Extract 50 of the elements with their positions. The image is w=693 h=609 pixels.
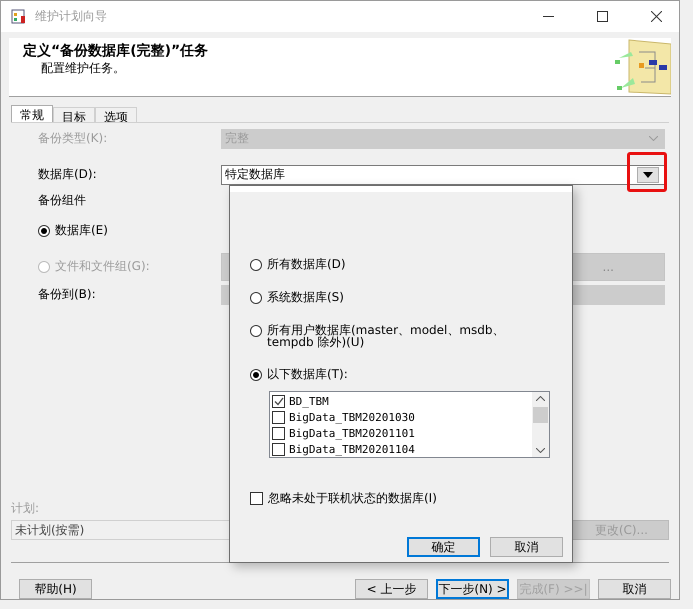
database-name[interactable]: BD_TBM	[289, 394, 329, 408]
database-dropdown[interactable]: 特定数据库	[221, 164, 665, 185]
checkbox[interactable]	[272, 410, 285, 424]
radio-label: 所有数据库(D)	[267, 258, 346, 270]
caret-icon	[643, 172, 653, 178]
scroll-down-icon[interactable]	[536, 448, 545, 453]
highlight-frame	[627, 152, 667, 192]
radio-button[interactable]	[250, 292, 262, 304]
wizard-button[interactable]: 取消	[598, 579, 671, 599]
dialog-button[interactable]: 确定	[407, 537, 480, 557]
scrollbar[interactable]	[532, 392, 549, 457]
database-name[interactable]: BigData_TBM20201101	[289, 426, 415, 440]
field-label: 备份到(B):	[37, 286, 97, 304]
wizard-button[interactable]: 下一步(N) >	[436, 579, 509, 599]
radio-button[interactable]	[38, 224, 50, 237]
tab[interactable]: 常规	[11, 104, 53, 122]
maximize-icon[interactable]	[596, 10, 608, 22]
radio-button[interactable]	[250, 325, 262, 337]
plan-drawing	[615, 38, 671, 96]
radio-label: 数据库(E)	[55, 222, 108, 240]
wizard-button[interactable]: < 上一步	[355, 579, 428, 599]
checkbox-label: 忽略未处于联机状态的数据库(I)	[268, 490, 437, 507]
radio-label: 以下数据库(T):	[267, 368, 348, 380]
checkbox[interactable]	[250, 492, 263, 505]
radio-label: 所有用户数据库(master、model、msdb、tempdb 除外)(U)	[267, 324, 506, 348]
database-name[interactable]: BigData_TBM20201030	[289, 410, 415, 424]
radio-label: 系统数据库(S)	[267, 291, 344, 303]
section-label: 备份组件	[37, 192, 87, 210]
wizard-button[interactable]: 帮助(H)	[19, 579, 92, 599]
database-name[interactable]: BigData_TBM20201104	[289, 442, 415, 456]
field-label: 数据库(D):	[37, 166, 98, 184]
radio-label: 文件和文件组(G):	[55, 258, 150, 276]
tab[interactable]: 目标	[53, 106, 95, 122]
schedule-label: 计划:	[11, 500, 40, 517]
close-icon[interactable]	[650, 10, 662, 22]
field-label: 备份类型(K):	[37, 130, 108, 148]
radio-button[interactable]	[250, 259, 262, 271]
scroll-up-icon[interactable]	[536, 396, 545, 401]
checkbox[interactable]	[272, 394, 285, 408]
radio-button[interactable]	[250, 369, 262, 381]
minimize-icon[interactable]	[542, 16, 554, 17]
wizard-icon	[11, 8, 27, 24]
window-title: 维护计划向导	[35, 8, 108, 25]
scroll-thumb[interactable]	[533, 406, 548, 422]
checkbox[interactable]	[272, 442, 285, 456]
task-title: 定义“备份数据库(完整)”任务	[23, 42, 210, 60]
caret-icon	[649, 136, 658, 142]
checkbox[interactable]	[272, 426, 285, 440]
dialog-button[interactable]: 取消	[490, 537, 563, 557]
task-subtitle: 配置维护任务。	[40, 60, 126, 77]
